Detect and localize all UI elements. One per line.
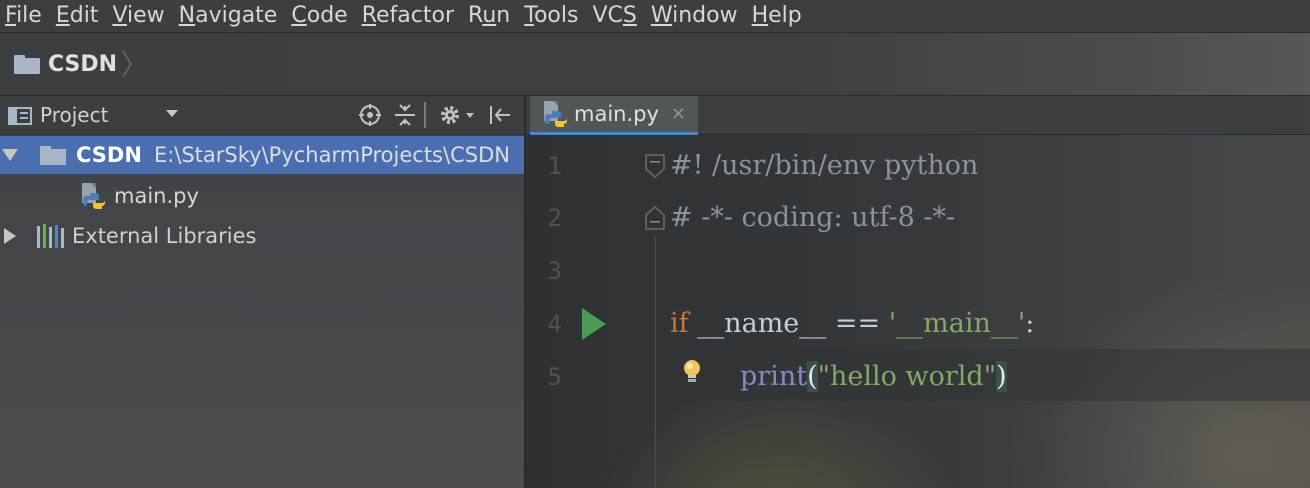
line-number: 1 xyxy=(547,152,562,180)
menu-bar: File Edit View Navigate Code Refactor Ru… xyxy=(0,0,1310,33)
menu-code[interactable]: Code xyxy=(285,0,355,32)
menu-help[interactable]: Help xyxy=(746,0,810,32)
toolbar-separator xyxy=(422,101,428,129)
tree-item-label: External Libraries xyxy=(72,224,257,248)
menu-edit[interactable]: Edit xyxy=(50,0,107,32)
settings-gear-icon[interactable] xyxy=(438,101,478,129)
open-paren: ( xyxy=(807,361,818,392)
keyword-if: if xyxy=(670,308,689,339)
menu-vcs[interactable]: VCS xyxy=(586,0,644,32)
menu-tools[interactable]: Tools xyxy=(518,0,586,32)
tab-main-py[interactable]: main.py ✕ xyxy=(530,96,698,135)
editor-tab-bar: main.py ✕ xyxy=(526,96,1310,135)
lightbulb-icon[interactable] xyxy=(680,358,704,386)
code-text: __name__ == xyxy=(688,308,889,339)
menu-run[interactable]: Run xyxy=(462,0,518,32)
libraries-icon xyxy=(37,224,64,248)
code-editor[interactable]: main.py ✕ 1 2 3 4 5 #! /usr/bin/env pyth… xyxy=(526,96,1310,488)
fold-marker-icon[interactable] xyxy=(644,154,666,178)
run-arrow-icon[interactable] xyxy=(582,308,606,340)
tree-item-csdn-root[interactable]: CSDN E:\StarSky\PycharmProjects\CSDN xyxy=(0,136,524,174)
code-line-2: # -*- coding: utf-8 -*- xyxy=(670,202,956,233)
code-line-5: print("hello world") xyxy=(740,351,1007,403)
collapsed-arrow-icon[interactable] xyxy=(4,228,16,244)
menu-view[interactable]: View xyxy=(106,0,172,32)
view-dropdown-icon[interactable] xyxy=(166,110,178,117)
close-tab-icon[interactable]: ✕ xyxy=(671,104,686,125)
breadcrumb-label: CSDN xyxy=(48,51,118,77)
code-text: : xyxy=(1025,308,1035,339)
tree-item-main-py[interactable]: main.py xyxy=(78,177,199,215)
hide-panel-icon[interactable] xyxy=(486,101,514,129)
line-number: 4 xyxy=(547,310,562,338)
line-number: 3 xyxy=(547,257,562,285)
code-line-4: if __name__ == '__main__': xyxy=(670,298,1034,350)
menu-window[interactable]: Window xyxy=(645,0,746,32)
project-view-icon xyxy=(8,107,32,125)
folder-icon xyxy=(14,54,40,74)
menu-file[interactable]: File xyxy=(0,0,50,32)
tree-item-path: E:\StarSky\PycharmProjects\CSDN xyxy=(153,143,510,167)
python-file-icon xyxy=(544,101,567,127)
project-panel-header: Project xyxy=(0,96,524,135)
tree-item-label: CSDN xyxy=(76,143,142,167)
navigation-bar: CSDN xyxy=(0,33,1310,96)
tree-item-external-libraries[interactable]: External Libraries xyxy=(0,217,257,255)
fold-marker-icon[interactable] xyxy=(644,206,666,230)
locate-file-icon[interactable] xyxy=(356,101,384,129)
tab-label: main.py xyxy=(574,102,659,126)
project-tool-window: Project CSDN E:\StarSky\PycharmProjects\… xyxy=(0,96,526,488)
menu-navigate[interactable]: Navigate xyxy=(173,0,286,32)
code-line-1: #! /usr/bin/env python xyxy=(670,150,979,181)
builtin-print: print xyxy=(740,361,808,392)
tree-item-label: main.py xyxy=(114,184,199,208)
string-literal: "hello world" xyxy=(817,361,997,392)
folder-icon xyxy=(40,145,66,165)
line-number: 2 xyxy=(547,204,562,232)
project-panel-title[interactable]: Project xyxy=(40,103,108,127)
breadcrumb-csdn[interactable]: CSDN xyxy=(14,44,133,84)
chevron-right-icon xyxy=(122,50,132,78)
line-number: 5 xyxy=(547,363,562,391)
close-paren: ) xyxy=(996,361,1007,392)
menu-refactor[interactable]: Refactor xyxy=(356,0,462,32)
python-file-icon xyxy=(82,183,105,209)
string-literal: '__main__' xyxy=(888,308,1026,339)
collapse-all-icon[interactable] xyxy=(391,101,419,129)
expand-arrow-icon[interactable] xyxy=(2,149,18,161)
